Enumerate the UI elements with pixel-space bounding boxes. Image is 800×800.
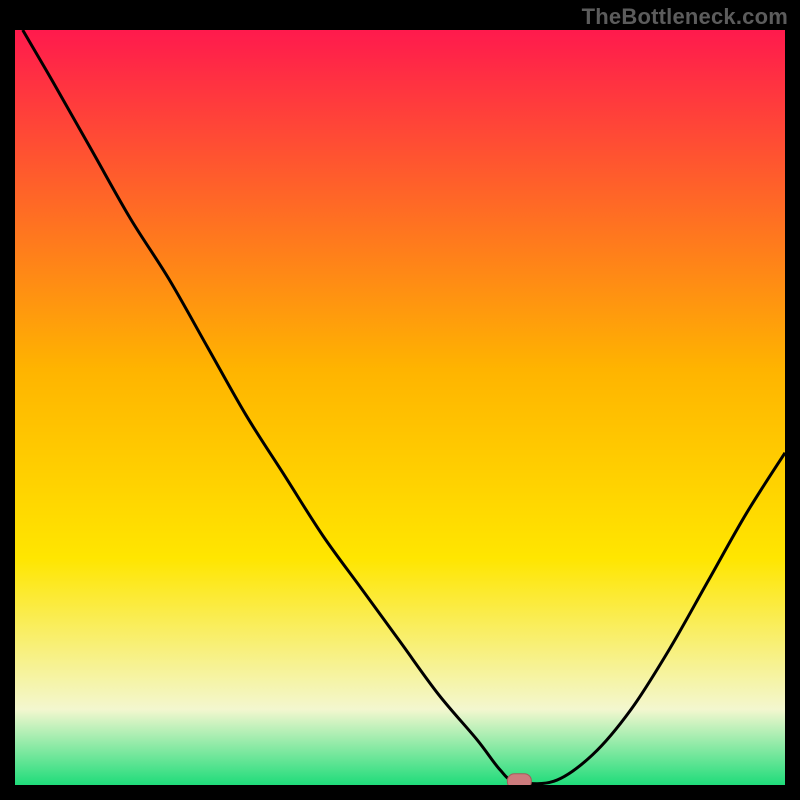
chart-frame: { "watermark": "TheBottleneck.com", "col…	[0, 0, 800, 800]
optimal-point-marker	[507, 774, 531, 785]
bottleneck-chart	[15, 30, 785, 785]
watermark-text: TheBottleneck.com	[582, 4, 788, 30]
gradient-background	[15, 30, 785, 785]
